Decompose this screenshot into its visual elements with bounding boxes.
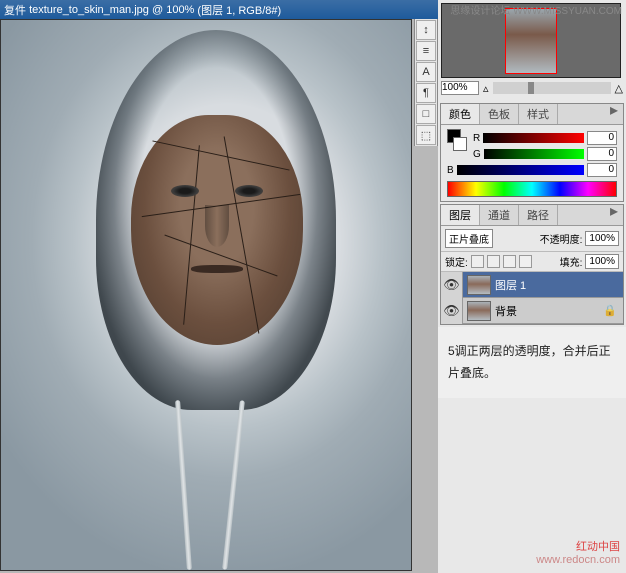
- lock-position-icon[interactable]: [503, 255, 516, 268]
- tool-dashed-icon[interactable]: ⬚: [416, 125, 436, 145]
- layers-panel: 图层 通道 路径 ▸ 正片叠底 不透明度: 100% 锁定: 填充: 100% …: [440, 204, 624, 325]
- navigator-thumbnail: [505, 8, 557, 74]
- b-value[interactable]: 0: [587, 163, 617, 177]
- navigator-zoom-slider[interactable]: [493, 82, 611, 94]
- tab-color[interactable]: 颜色: [441, 104, 480, 124]
- tab-layers[interactable]: 图层: [441, 205, 480, 225]
- g-label: G: [473, 149, 481, 160]
- watermark-line1: 红动中国: [536, 541, 620, 554]
- g-value[interactable]: 0: [587, 147, 617, 161]
- visibility-toggle-icon[interactable]: 👁: [441, 272, 463, 298]
- tab-paths[interactable]: 路径: [519, 205, 558, 225]
- b-slider[interactable]: [457, 165, 584, 175]
- r-slider[interactable]: [483, 133, 584, 143]
- visibility-toggle-icon[interactable]: 👁: [441, 298, 463, 324]
- document-area: [0, 19, 414, 573]
- zoom-in-icon[interactable]: △: [615, 82, 623, 95]
- title-zoom: 100%: [166, 4, 194, 16]
- tab-styles[interactable]: 样式: [519, 104, 558, 124]
- tool-arrows-icon[interactable]: ↕: [416, 20, 436, 40]
- blend-mode-select[interactable]: 正片叠底: [445, 229, 493, 248]
- opacity-value[interactable]: 100%: [585, 231, 619, 246]
- layers-panel-menu-icon[interactable]: ▸: [605, 205, 623, 225]
- panel-menu-icon[interactable]: ▸: [605, 104, 623, 124]
- tool-paragraph-icon[interactable]: ¶: [416, 83, 436, 103]
- layer-name[interactable]: 图层 1: [495, 277, 526, 293]
- title-filename: texture_to_skin_man.jpg: [29, 4, 149, 16]
- watermark-bottom: 红动中国 www.redocn.com: [536, 541, 620, 567]
- lock-transparency-icon[interactable]: [471, 255, 484, 268]
- lock-label: 锁定:: [445, 254, 468, 269]
- r-label: R: [473, 133, 480, 144]
- layer-row[interactable]: 👁 图层 1: [441, 272, 623, 298]
- color-spectrum[interactable]: [447, 181, 617, 197]
- tool-type-icon[interactable]: A: [416, 62, 436, 82]
- layer-thumbnail[interactable]: [467, 301, 491, 321]
- lock-icon: 🔒: [603, 304, 617, 317]
- lock-pixels-icon[interactable]: [487, 255, 500, 268]
- layer-list: 👁 图层 1 👁 背景 🔒: [441, 272, 623, 324]
- panels-column: 思缘设计论坛 WWW.MISSYUAN.COM 100% ▵ △ 颜色 色板 样…: [438, 0, 626, 573]
- layer-name[interactable]: 背景: [495, 303, 517, 319]
- zoom-out-icon[interactable]: ▵: [483, 82, 489, 95]
- watermark-line2: www.redocn.com: [536, 554, 620, 567]
- image-content: [1, 20, 411, 570]
- layer-thumbnail[interactable]: [467, 275, 491, 295]
- tool-menu-icon[interactable]: ≡: [416, 41, 436, 61]
- opacity-label: 不透明度:: [540, 231, 583, 246]
- fill-label: 填充:: [560, 254, 583, 269]
- title-prefix: 复件: [4, 2, 26, 18]
- tab-channels[interactable]: 通道: [480, 205, 519, 225]
- explanation-text: 5调正两层的透明度，合并后正片叠底。: [438, 327, 626, 398]
- watermark-top: 思缘设计论坛 WWW.MISSYUAN.COM: [450, 2, 622, 17]
- tab-swatches[interactable]: 色板: [480, 104, 519, 124]
- lock-all-icon[interactable]: [519, 255, 532, 268]
- color-panel: 颜色 色板 样式 ▸ R 0 G 0 B 0: [440, 103, 624, 202]
- vertical-toolbar: ↕ ≡ A ¶ □ ⬚: [414, 19, 438, 146]
- tool-rect-icon[interactable]: □: [416, 104, 436, 124]
- title-layerinfo: (图层 1, RGB/8#): [197, 2, 281, 18]
- layer-row[interactable]: 👁 背景 🔒: [441, 298, 623, 324]
- r-value[interactable]: 0: [587, 131, 617, 145]
- background-color-swatch[interactable]: [453, 137, 467, 151]
- g-slider[interactable]: [484, 149, 584, 159]
- canvas[interactable]: [0, 19, 412, 571]
- navigator-zoom-value[interactable]: 100%: [441, 81, 479, 95]
- b-label: B: [447, 165, 454, 176]
- fill-value[interactable]: 100%: [585, 254, 619, 269]
